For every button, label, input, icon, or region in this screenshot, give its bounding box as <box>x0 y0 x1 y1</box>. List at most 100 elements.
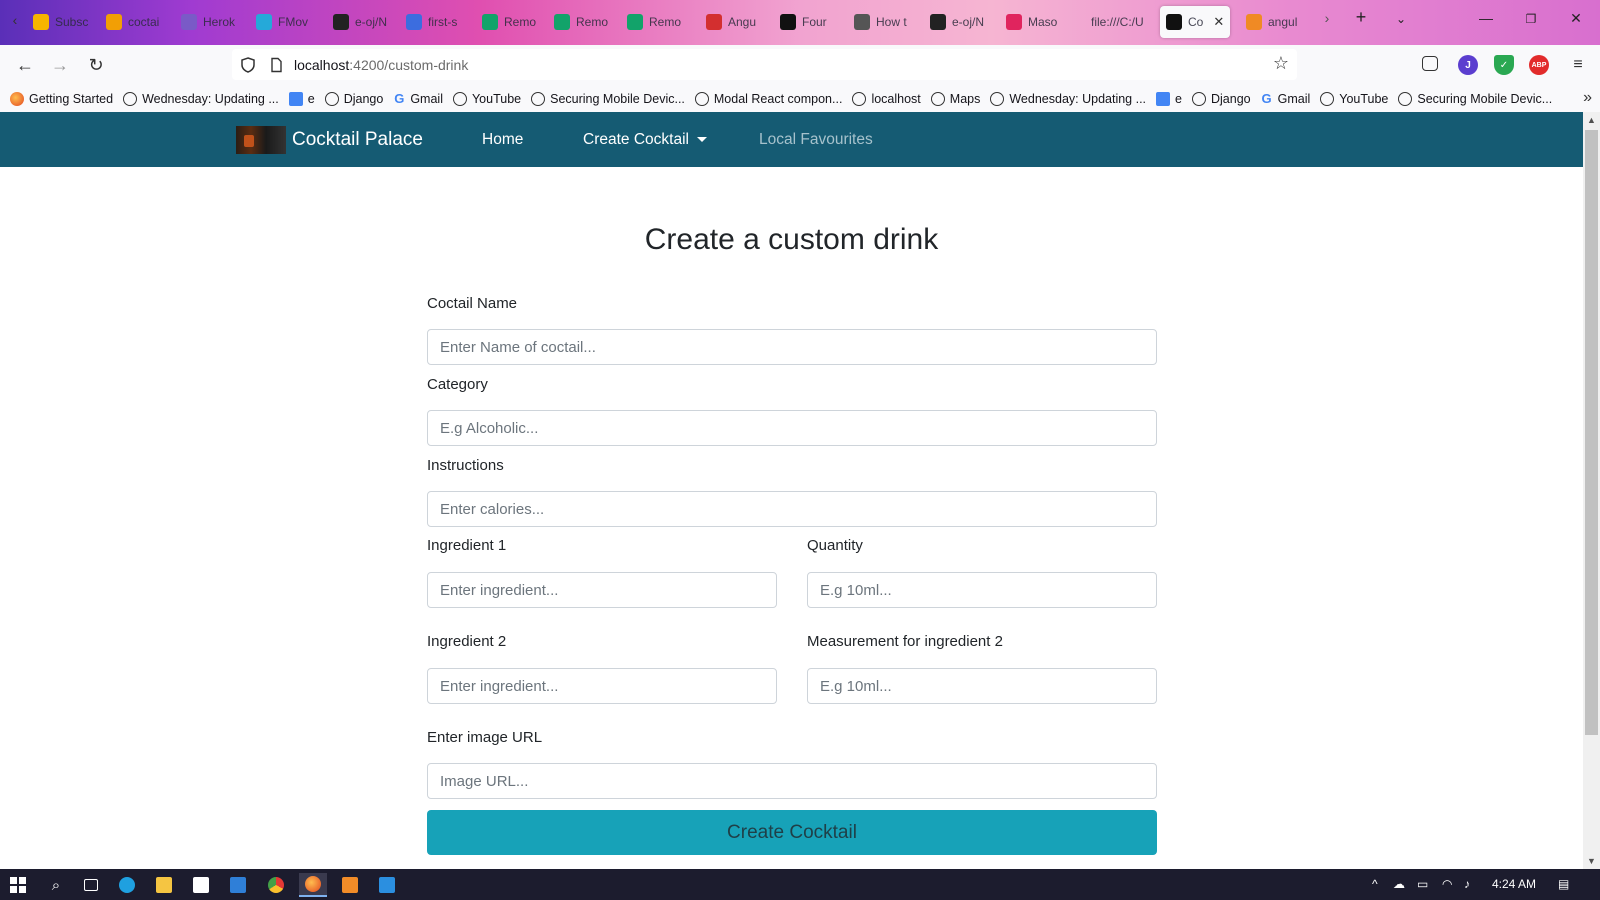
profile-avatar[interactable]: J <box>1458 55 1478 75</box>
quantity-2-input[interactable] <box>807 668 1157 704</box>
vscode-icon[interactable] <box>373 873 401 897</box>
bookmark-item[interactable]: YouTube <box>1320 91 1388 106</box>
bookmark-item[interactable]: Maps <box>930 91 980 106</box>
bookmark-item[interactable]: Wednesday: Updating ... <box>123 91 279 106</box>
nav-home[interactable]: Home <box>482 112 523 167</box>
url-text[interactable]: localhost:4200/custom-drink <box>294 57 468 73</box>
bookmark-item[interactable]: G Gmail <box>393 91 443 106</box>
bookmark-item[interactable]: Securing Mobile Devic... <box>1398 91 1552 106</box>
list-tabs-icon[interactable]: ⌄ <box>1386 12 1416 26</box>
ingredient-2-input[interactable] <box>427 668 777 704</box>
browser-tab[interactable]: How t <box>848 6 918 38</box>
bookmark-item[interactable]: G Gmail <box>1261 91 1311 106</box>
bookmark-item[interactable]: Wednesday: Updating ... <box>990 91 1146 106</box>
close-window-icon[interactable]: ✕ <box>1561 10 1591 27</box>
category-input[interactable] <box>427 410 1157 446</box>
bookmark-label: YouTube <box>471 91 522 106</box>
tray-chevron-icon[interactable]: ^ <box>1372 877 1378 891</box>
bookmark-item[interactable]: Modal React compon... <box>694 91 842 106</box>
new-tab-icon[interactable]: + <box>1346 7 1376 28</box>
nav-local-favourites[interactable]: Local Favourites <box>759 112 873 167</box>
scroll-up-icon[interactable]: ▲ <box>1583 112 1600 128</box>
tab-scroll-right-icon[interactable]: › <box>1312 10 1342 26</box>
tab-favicon-icon <box>181 14 197 30</box>
browser-tab[interactable]: Co ✕ <box>1160 6 1230 38</box>
browser-tab[interactable]: first-s <box>400 6 470 38</box>
wifi-icon[interactable]: ◠ <box>1442 877 1452 891</box>
minimize-icon[interactable]: — <box>1471 10 1501 26</box>
tab-close-icon[interactable]: ✕ <box>1213 14 1224 30</box>
shield-icon[interactable] <box>240 56 256 73</box>
browser-tab[interactable]: e-oj/N <box>327 6 397 38</box>
volume-icon[interactable]: ♪ <box>1464 877 1470 891</box>
shield-extension-icon[interactable]: ✓ <box>1494 55 1514 75</box>
bookmark-label: e <box>307 91 315 106</box>
browser-tab[interactable]: FMov <box>250 6 320 38</box>
task-view-icon[interactable] <box>77 873 105 897</box>
ingredient-1-label: Ingredient 1 <box>427 537 507 554</box>
edge-icon[interactable] <box>113 873 141 897</box>
start-icon[interactable] <box>4 873 32 897</box>
forward-icon[interactable]: → <box>47 53 73 77</box>
scroll-thumb[interactable] <box>1585 130 1598 735</box>
scroll-down-icon[interactable]: ▼ <box>1583 853 1600 869</box>
search-icon[interactable]: ⌕ <box>42 873 70 897</box>
bookmark-item[interactable]: e <box>288 91 315 106</box>
browser-tab[interactable]: Maso <box>1000 6 1070 38</box>
page-scrollbar[interactable]: ▲ ▼ <box>1583 112 1600 869</box>
browser-tab[interactable]: coctai <box>100 6 170 38</box>
browser-tab[interactable]: Four <box>774 6 844 38</box>
store-icon[interactable] <box>187 873 215 897</box>
tab-label: e-oj/N <box>952 15 985 29</box>
bookmark-item[interactable]: e <box>1156 91 1182 106</box>
browser-tab[interactable]: Subsc <box>27 6 97 38</box>
sublime-text-icon[interactable] <box>336 873 364 897</box>
onedrive-icon[interactable]: ☁ <box>1393 877 1405 891</box>
browser-tab[interactable]: angul <box>1240 6 1310 38</box>
browser-tab[interactable]: Remo <box>548 6 618 38</box>
tab-favicon-icon <box>1006 14 1022 30</box>
more-bookmarks-icon[interactable]: » <box>1583 89 1592 107</box>
browser-tab[interactable]: Remo <box>621 6 691 38</box>
clock[interactable]: 4:24 AM <box>1492 869 1536 900</box>
bookmarks-bar: Getting Started Wednesday: Updating ... e D… <box>0 85 1600 112</box>
bookmark-item[interactable]: Django <box>1191 91 1251 106</box>
bookmark-item[interactable]: Securing Mobile Devic... <box>531 91 685 106</box>
create-cocktail-button[interactable]: Create Cocktail <box>427 810 1157 855</box>
nav-create-cocktail-dropdown[interactable]: Create Cocktail <box>583 112 707 167</box>
battery-icon[interactable]: ▭ <box>1417 877 1428 891</box>
file-explorer-icon[interactable] <box>150 873 178 897</box>
menu-icon[interactable]: ≡ <box>1565 53 1591 77</box>
bookmark-item[interactable]: YouTube <box>452 91 522 106</box>
instructions-label: Instructions <box>427 457 504 474</box>
brand[interactable]: Cocktail Palace <box>236 112 423 167</box>
adblock-icon[interactable]: ABP <box>1529 55 1549 75</box>
page-icon[interactable] <box>268 57 284 73</box>
pocket-icon[interactable] <box>1422 56 1438 71</box>
reload-icon[interactable]: ↻ <box>83 53 109 77</box>
tab-scroll-left-icon[interactable]: ‹ <box>2 8 28 32</box>
back-icon[interactable]: ← <box>12 53 38 77</box>
bookmark-item[interactable]: localhost <box>852 91 921 106</box>
browser-tab[interactable]: Herok <box>175 6 245 38</box>
image-url-input[interactable] <box>427 763 1157 799</box>
browser-tab[interactable]: file:///C:/U <box>1085 6 1155 38</box>
cocktail-name-input[interactable] <box>427 329 1157 365</box>
firefox-icon[interactable] <box>299 873 327 897</box>
browser-tab[interactable]: e-oj/N <box>924 6 994 38</box>
quantity-1-input[interactable] <box>807 572 1157 608</box>
browser-tab[interactable]: Remo <box>476 6 546 38</box>
notifications-icon[interactable]: ▤ <box>1558 877 1569 891</box>
instructions-input[interactable] <box>427 491 1157 527</box>
url-bar[interactable]: localhost:4200/custom-drink ☆ <box>232 49 1297 80</box>
bookmark-star-icon[interactable]: ☆ <box>1273 53 1289 74</box>
browser-tab[interactable]: Angu <box>700 6 770 38</box>
mail-icon[interactable] <box>224 873 252 897</box>
bookmark-item[interactable]: Getting Started <box>10 91 113 106</box>
chrome-icon[interactable] <box>262 873 290 897</box>
restore-icon[interactable]: ❐ <box>1516 12 1546 26</box>
ingredient-1-input[interactable] <box>427 572 777 608</box>
globe-icon <box>990 91 1005 106</box>
bookmark-item[interactable]: Django <box>324 91 383 106</box>
document-icon <box>1156 91 1171 106</box>
